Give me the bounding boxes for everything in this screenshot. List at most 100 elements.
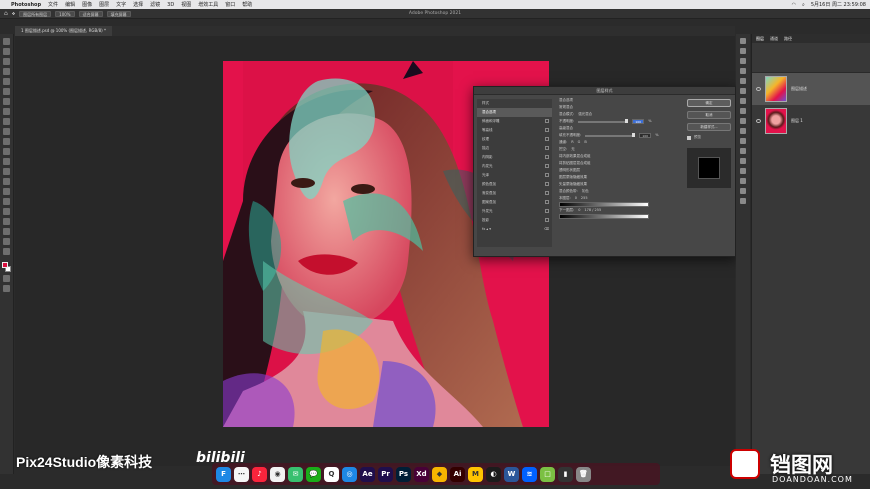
quick-select-tool-icon[interactable] <box>3 68 10 75</box>
menu-item-3d[interactable]: 3D <box>167 2 174 8</box>
dock-app-icon[interactable]: Pr <box>378 466 393 482</box>
style-item-inner-shadow[interactable]: 内阴影 <box>477 153 552 162</box>
dock-app-icon[interactable]: ▮ <box>558 466 573 482</box>
navigator-icon[interactable] <box>740 158 746 164</box>
texture-checkbox[interactable] <box>545 137 549 141</box>
dock-app-icon[interactable]: ≋ <box>522 466 537 482</box>
fx-icon[interactable]: fx ▴ ▾ <box>482 225 491 234</box>
channel-r-checkbox[interactable]: R <box>571 139 573 146</box>
menu-app-name[interactable]: Photoshop <box>11 2 41 8</box>
properties-icon[interactable] <box>740 48 746 54</box>
option-transparency-shapes[interactable]: 透明形状图层 <box>559 167 679 174</box>
home-icon[interactable]: ⌂ <box>4 10 8 17</box>
preview-checkbox[interactable] <box>687 135 691 140</box>
style-item-inner-glow[interactable]: 内发光 <box>477 162 552 171</box>
satin-checkbox[interactable] <box>545 173 549 177</box>
rectangle-tool-icon[interactable] <box>3 218 10 225</box>
menu-item-filter[interactable]: 滤镜 <box>150 1 160 8</box>
dock-app-icon[interactable]: ◆ <box>432 466 447 482</box>
timeline-icon[interactable] <box>740 178 746 184</box>
dock-app-icon[interactable]: M <box>468 466 483 482</box>
blend-mode-select[interactable]: 强光混合 <box>578 111 592 118</box>
dock-app-icon[interactable]: Xd <box>414 466 429 482</box>
trash-icon[interactable]: ⌫ <box>544 225 549 234</box>
search-icon[interactable]: ⌕ <box>802 2 805 8</box>
dock-app-icon[interactable]: ◐ <box>486 466 501 482</box>
channel-b-checkbox[interactable]: B <box>584 139 586 146</box>
dock-app-icon[interactable]: F <box>216 466 231 482</box>
cancel-button[interactable]: 取消 <box>687 111 731 119</box>
pattern-overlay-checkbox[interactable] <box>545 200 549 204</box>
dodge-tool-icon[interactable] <box>3 178 10 185</box>
frame-tool-icon[interactable] <box>3 88 10 95</box>
color-swatches[interactable] <box>2 262 11 272</box>
outer-glow-checkbox[interactable] <box>545 209 549 213</box>
style-item-color-overlay[interactable]: 颜色叠加 <box>477 180 552 189</box>
style-item-drop-shadow[interactable]: 投影 <box>477 216 552 225</box>
menu-item-type[interactable]: 文字 <box>116 1 126 8</box>
option-layer-mask-hides[interactable]: 图层蒙版隐藏效果 <box>559 174 679 181</box>
knockout-select[interactable]: 无 <box>571 146 575 153</box>
foreground-color-swatch[interactable] <box>2 262 8 268</box>
contour-checkbox[interactable] <box>545 128 549 132</box>
history-brush-tool-icon[interactable] <box>3 138 10 145</box>
blend-if-select[interactable]: 灰色 <box>582 188 589 195</box>
option-blend-interior[interactable]: 将内部效果混合成组 <box>559 153 679 160</box>
option-vector-mask-hides[interactable]: 矢量蒙版隐藏效果 <box>559 181 679 188</box>
path-select-tool-icon[interactable] <box>3 208 10 215</box>
crop-tool-icon[interactable] <box>3 78 10 85</box>
option-fill-screen[interactable]: 填充屏幕 <box>106 10 131 17</box>
style-item-pattern-overlay[interactable]: 图案叠加 <box>477 198 552 207</box>
opacity-input[interactable]: 100 <box>632 119 645 124</box>
type-tool-icon[interactable] <box>3 198 10 205</box>
style-item-contour[interactable]: 等高线 <box>477 126 552 135</box>
brush-tool-icon[interactable] <box>3 118 10 125</box>
paragraph-icon[interactable] <box>740 118 746 124</box>
preview-toggle[interactable]: 预览 <box>687 135 731 140</box>
adjustments-icon[interactable] <box>740 58 746 64</box>
menu-item-window[interactable]: 窗口 <box>225 1 235 8</box>
style-item-texture[interactable]: 纹理 <box>477 135 552 144</box>
dock-app-icon[interactable]: ✉ <box>288 466 303 482</box>
more-tools-icon[interactable] <box>3 248 10 255</box>
style-item-outer-glow[interactable]: 外发光 <box>477 207 552 216</box>
3d-icon[interactable] <box>740 188 746 194</box>
dock-app-icon[interactable]: ⋯ <box>234 466 249 482</box>
wifi-icon[interactable]: ◠ <box>792 2 796 8</box>
history-icon[interactable] <box>740 38 746 44</box>
paths-icon[interactable] <box>740 168 746 174</box>
dock-app-icon[interactable]: Ai <box>450 466 465 482</box>
option-sample-layers[interactable]: 图层所有图层 <box>19 10 52 17</box>
blur-tool-icon[interactable] <box>3 168 10 175</box>
lasso-tool-icon[interactable] <box>3 58 10 65</box>
quick-mask-icon[interactable] <box>3 275 10 282</box>
tab-layers[interactable]: 图层 <box>756 36 764 42</box>
visibility-eye-icon[interactable] <box>756 87 761 91</box>
channel-g-checkbox[interactable]: G <box>578 139 581 146</box>
libraries-icon[interactable] <box>740 98 746 104</box>
eyedropper-tool-icon[interactable] <box>3 98 10 105</box>
dock-app-icon[interactable]: Ps <box>396 466 411 482</box>
layer-row-pattern[interactable]: 图层描述 <box>752 73 870 105</box>
menu-item-help[interactable]: 帮助 <box>242 1 252 8</box>
style-item-gradient-overlay[interactable]: 渐变叠加 <box>477 189 552 198</box>
menubar-clock[interactable]: 5月16日 周二 23:59:08 <box>811 1 866 8</box>
option-zoom-100[interactable]: 100% <box>55 10 75 17</box>
menu-item-edit[interactable]: 编辑 <box>65 1 75 8</box>
menu-item-file[interactable]: 文件 <box>48 1 58 8</box>
style-item-satin[interactable]: 光泽 <box>477 171 552 180</box>
gradient-overlay-checkbox[interactable] <box>545 191 549 195</box>
menu-item-layer[interactable]: 图层 <box>99 1 109 8</box>
tab-paths[interactable]: 路径 <box>784 36 792 42</box>
menu-item-view[interactable]: 视图 <box>181 1 191 8</box>
bevel-checkbox[interactable] <box>545 119 549 123</box>
ok-button[interactable]: 确定 <box>687 99 731 107</box>
dock-app-icon[interactable]: Ae <box>360 466 375 482</box>
fill-opacity-slider[interactable] <box>585 132 636 137</box>
zoom-tool-icon[interactable] <box>3 238 10 245</box>
drop-shadow-checkbox[interactable] <box>545 218 549 222</box>
info-icon[interactable] <box>740 148 746 154</box>
screen-mode-icon[interactable] <box>3 285 10 292</box>
dock-app-icon[interactable]: Q <box>324 466 339 482</box>
document-tab[interactable]: 1 图层描述.psd @ 100% (图层描述, RGB/8) * <box>15 26 112 36</box>
